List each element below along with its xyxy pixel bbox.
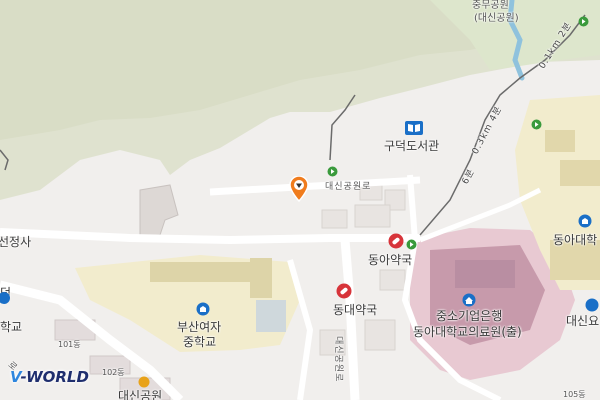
building-102-label: 102동 [102,368,125,377]
road [0,228,420,245]
building-101-label: 101동 [58,340,81,349]
map-view[interactable]: 충무공원 (대신공원) 구덕도서관 대신공원로 선정사 덕 학교 동아약국 동대… [0,0,600,400]
road-label-daesin: 대신공원로 [325,182,372,192]
hospital-building [455,260,515,288]
vworld-logo[interactable]: V-WORLD [10,368,89,386]
school-icon[interactable] [0,290,12,309]
right-bottom-label[interactable]: 대신요 [566,312,599,329]
building [321,209,348,229]
library-label[interactable]: 구덕도서관 [384,137,439,154]
bottom-park-label[interactable]: 대신공원 [118,387,162,400]
park-label-line2: (대신공원) [474,13,519,24]
univ-building [545,130,575,152]
univ-building [560,160,600,186]
school-building [150,262,260,282]
bank-label-line2[interactable]: 동아대학교의료원(출) [413,323,522,340]
location-pin-icon[interactable] [289,175,309,206]
trail-marker-icon[interactable] [578,12,589,31]
school-left-label[interactable]: 학교 [0,318,22,335]
temple-label[interactable]: 선정사 [0,233,31,250]
school-building [250,258,272,298]
school-label-line2[interactable]: 중학교 [183,333,216,350]
building [364,319,396,351]
trail-marker-icon[interactable] [531,115,542,134]
road [287,259,314,400]
pill-icon[interactable] [388,233,404,253]
bank-label-line1[interactable]: 중소기업은행 [436,307,502,324]
building [139,184,179,236]
school-building [256,300,286,332]
pill-icon[interactable] [336,283,352,303]
building [354,204,391,228]
building-105-label: 105동 [563,390,586,399]
university-label[interactable]: 동아대학 [553,231,597,248]
pharmacy-dongdae-label[interactable]: 동대약국 [333,301,377,318]
pharmacy-donga-label[interactable]: 동아약국 [368,251,412,268]
road-label-vertical: 대신공원로 [333,336,343,383]
road [340,239,360,400]
building [379,269,406,291]
school-icon[interactable] [578,213,592,232]
